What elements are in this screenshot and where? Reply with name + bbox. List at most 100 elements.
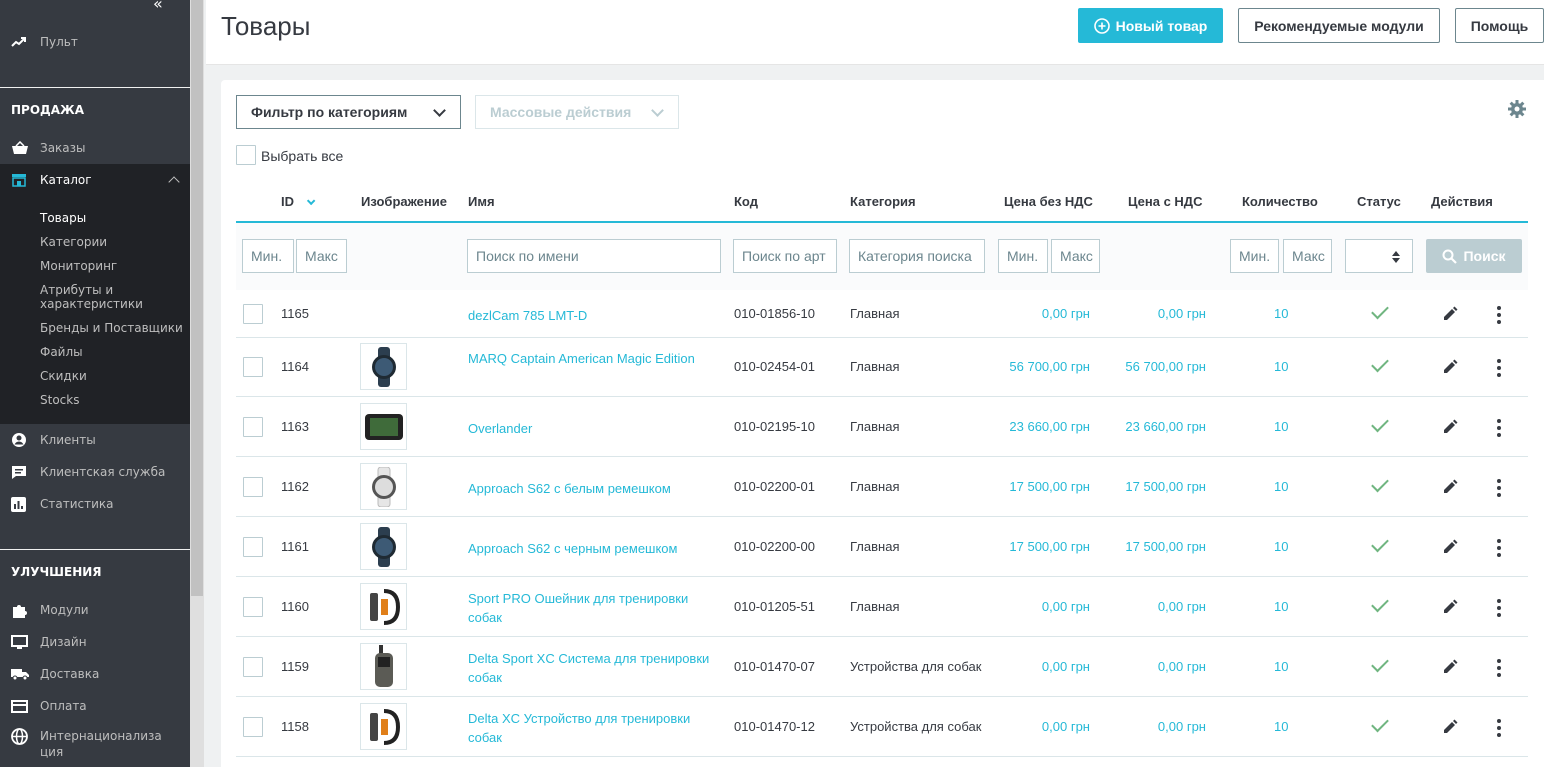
more-actions-icon[interactable]: [1497, 659, 1501, 677]
product-name-link[interactable]: Delta XC Устройство для тренировки собак: [468, 709, 718, 747]
sidebar-collapse-button[interactable]: «: [153, 0, 163, 13]
bulk-actions-dropdown[interactable]: Массовые действия: [475, 95, 679, 129]
category-search-input[interactable]: Категория поиска: [849, 239, 985, 273]
product-quantity[interactable]: 10: [1274, 599, 1288, 614]
sidebar-item-international[interactable]: Интернационализация: [0, 727, 190, 764]
row-checkbox[interactable]: [243, 597, 263, 617]
edit-pencil-icon[interactable]: [1442, 539, 1458, 559]
more-actions-icon[interactable]: [1497, 419, 1501, 437]
product-quantity[interactable]: 10: [1274, 539, 1288, 554]
product-price-gross[interactable]: 0,00 грн: [1158, 306, 1206, 321]
new-product-button[interactable]: Новый товар: [1078, 8, 1223, 43]
column-header-code[interactable]: Код: [734, 194, 758, 209]
product-name-link[interactable]: Overlander: [468, 419, 718, 438]
product-thumbnail[interactable]: [360, 403, 407, 450]
product-name-link[interactable]: Delta Sport XC Система для тренировки со…: [468, 649, 718, 687]
product-price-net[interactable]: 17 500,00 грн: [1009, 479, 1090, 494]
sidebar-item-stats[interactable]: Статистика: [0, 488, 190, 520]
id-min-input[interactable]: Мин.: [242, 239, 294, 273]
more-actions-icon[interactable]: [1497, 599, 1501, 617]
row-checkbox[interactable]: [243, 657, 263, 677]
column-header-status[interactable]: Статус: [1357, 194, 1401, 209]
product-thumbnail[interactable]: [360, 343, 407, 390]
id-max-input[interactable]: Макс: [296, 239, 347, 273]
more-actions-icon[interactable]: [1497, 359, 1501, 377]
row-checkbox[interactable]: [243, 304, 263, 324]
product-name-link[interactable]: dezlCam 785 LMT-D: [468, 306, 718, 325]
edit-pencil-icon[interactable]: [1442, 306, 1458, 326]
product-quantity[interactable]: 10: [1274, 306, 1288, 321]
product-quantity[interactable]: 10: [1274, 479, 1288, 494]
qty-min-input[interactable]: Мин.: [1230, 239, 1279, 273]
product-name-link[interactable]: Sport PRO Ошейник для тренировки собак: [468, 589, 718, 627]
edit-pencil-icon[interactable]: [1442, 659, 1458, 679]
qty-max-input[interactable]: Макс: [1283, 239, 1332, 273]
edit-pencil-icon[interactable]: [1442, 419, 1458, 439]
product-price-gross[interactable]: 0,00 грн: [1158, 599, 1206, 614]
sidebar-subitem-brands[interactable]: Бренды и Поставщики: [40, 321, 183, 335]
row-checkbox[interactable]: [243, 417, 263, 437]
name-search-input[interactable]: Поиск по имени: [467, 239, 721, 273]
status-select[interactable]: [1345, 239, 1413, 273]
product-price-gross[interactable]: 17 500,00 грн: [1125, 479, 1206, 494]
product-price-net[interactable]: 0,00 грн: [1042, 306, 1090, 321]
sidebar-item-customers[interactable]: Клиенты: [0, 424, 190, 456]
price-max-input[interactable]: Макс: [1051, 239, 1100, 273]
edit-pencil-icon[interactable]: [1442, 599, 1458, 619]
column-header-quantity[interactable]: Количество: [1242, 194, 1318, 209]
help-button[interactable]: Помощь: [1455, 8, 1544, 43]
product-thumbnail[interactable]: [360, 703, 407, 750]
edit-pencil-icon[interactable]: [1442, 719, 1458, 739]
product-thumbnail[interactable]: [360, 523, 407, 570]
edit-pencil-icon[interactable]: [1442, 359, 1458, 379]
row-checkbox[interactable]: [243, 357, 263, 377]
product-price-net[interactable]: 0,00 грн: [1042, 659, 1090, 674]
column-header-price-net[interactable]: Цена без НДС: [1004, 194, 1093, 209]
product-price-gross[interactable]: 23 660,00 грн: [1125, 419, 1206, 434]
sidebar-subitem-attributes[interactable]: Атрибуты и характеристики: [40, 283, 160, 311]
product-quantity[interactable]: 10: [1274, 659, 1288, 674]
product-thumbnail[interactable]: [360, 463, 407, 510]
sidebar-item-modules[interactable]: Модули: [0, 594, 190, 626]
edit-pencil-icon[interactable]: [1442, 479, 1458, 499]
sidebar-item-design[interactable]: Дизайн: [0, 626, 190, 658]
product-name-link[interactable]: MARQ Captain American Magic Edition: [468, 349, 718, 368]
sidebar-subitem-stocks[interactable]: Stocks: [40, 393, 79, 407]
row-checkbox[interactable]: [243, 717, 263, 737]
product-name-link[interactable]: Approach S62 с черным ремешком: [468, 539, 718, 558]
product-price-gross[interactable]: 17 500,00 грн: [1125, 539, 1206, 554]
sidebar-item-orders[interactable]: Заказы: [0, 132, 190, 164]
more-actions-icon[interactable]: [1497, 719, 1501, 737]
product-price-gross[interactable]: 56 700,00 грн: [1125, 359, 1206, 374]
code-search-input[interactable]: Поиск по арт: [733, 239, 837, 273]
column-header-name[interactable]: Имя: [468, 194, 495, 209]
sidebar-item-shipping[interactable]: Доставка: [0, 658, 190, 690]
more-actions-icon[interactable]: [1497, 539, 1501, 557]
select-all-checkbox[interactable]: [236, 145, 256, 165]
product-price-gross[interactable]: 0,00 грн: [1158, 659, 1206, 674]
product-price-net[interactable]: 0,00 грн: [1042, 599, 1090, 614]
sidebar-subitem-discounts[interactable]: Скидки: [40, 369, 87, 383]
more-actions-icon[interactable]: [1497, 479, 1501, 497]
category-filter-dropdown[interactable]: Фильтр по категориям: [236, 95, 461, 129]
row-checkbox[interactable]: [243, 537, 263, 557]
product-quantity[interactable]: 10: [1274, 719, 1288, 734]
product-price-net[interactable]: 17 500,00 грн: [1009, 539, 1090, 554]
sidebar-subitem-monitoring[interactable]: Мониторинг: [40, 259, 117, 273]
sidebar-item-customer-service[interactable]: Клиентская служба: [0, 456, 190, 488]
product-quantity[interactable]: 10: [1274, 419, 1288, 434]
sidebar-subitem-files[interactable]: Файлы: [40, 345, 83, 359]
sidebar-scrollbar-thumb[interactable]: [191, 0, 203, 596]
product-price-net[interactable]: 56 700,00 грн: [1009, 359, 1090, 374]
search-button[interactable]: Поиск: [1426, 239, 1522, 273]
sidebar-subitem-products[interactable]: Товары: [40, 211, 86, 225]
sidebar-item-payment[interactable]: Оплата: [0, 690, 190, 722]
sidebar-subitem-categories[interactable]: Категории: [40, 235, 107, 249]
sidebar-item-dashboard[interactable]: Пульт: [0, 26, 190, 58]
product-price-net[interactable]: 0,00 грн: [1042, 719, 1090, 734]
recommended-modules-button[interactable]: Рекомендуемые модули: [1238, 8, 1440, 43]
column-header-category[interactable]: Категория: [850, 194, 916, 209]
product-thumbnail[interactable]: [360, 583, 407, 630]
gear-icon[interactable]: [1507, 99, 1527, 123]
product-thumbnail[interactable]: [360, 643, 407, 690]
